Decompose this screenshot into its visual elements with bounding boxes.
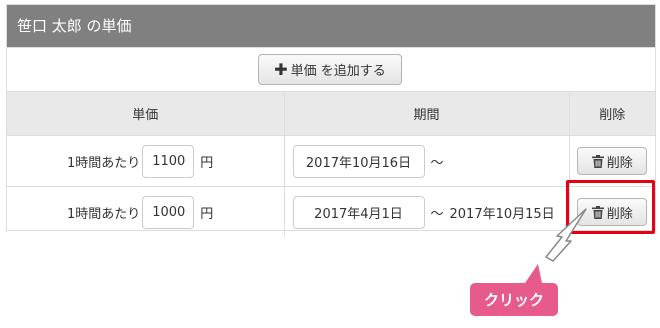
panel-title: 笹口 太郎 の単価 <box>7 5 655 47</box>
delete-button-label: 削除 <box>606 155 633 171</box>
trash-icon <box>591 154 604 168</box>
price-unit: 円 <box>200 206 214 222</box>
plus-icon: ✚ <box>274 59 288 79</box>
click-callout-text: クリック <box>483 291 544 309</box>
table-header-row: 単価 期間 削除 <box>7 91 655 136</box>
start-date-input[interactable]: 2017年4月1日 <box>292 195 425 229</box>
delete-button[interactable]: 削除 <box>577 147 648 175</box>
unit-price-panel: 笹口 太郎 の単価 ✚ 単価 を追加する 単価 期間 削除 1時間あたり 110… <box>6 4 656 237</box>
column-header-price: 単価 <box>7 91 284 136</box>
add-unit-price-button[interactable]: ✚ 単価 を追加する <box>258 54 402 85</box>
price-unit: 円 <box>200 155 214 171</box>
period-separator: 〜 <box>430 155 444 171</box>
column-header-period: 期間 <box>283 91 569 136</box>
period-separator: 〜 <box>430 206 444 222</box>
start-date-input[interactable]: 2017年10月16日 <box>292 144 425 178</box>
price-prefix: 1時間あたり <box>67 206 141 222</box>
add-button-label: 単価 を追加する <box>290 64 386 79</box>
price-prefix: 1時間あたり <box>67 155 141 171</box>
price-input[interactable]: 1000 <box>142 195 195 229</box>
price-input[interactable]: 1100 <box>142 144 195 178</box>
table-row: 1時間あたり 1100 円 2017年10月16日 〜 削除 <box>7 135 655 187</box>
column-header-delete: 削除 <box>568 91 655 136</box>
add-row: ✚ 単価 を追加する <box>7 47 655 92</box>
